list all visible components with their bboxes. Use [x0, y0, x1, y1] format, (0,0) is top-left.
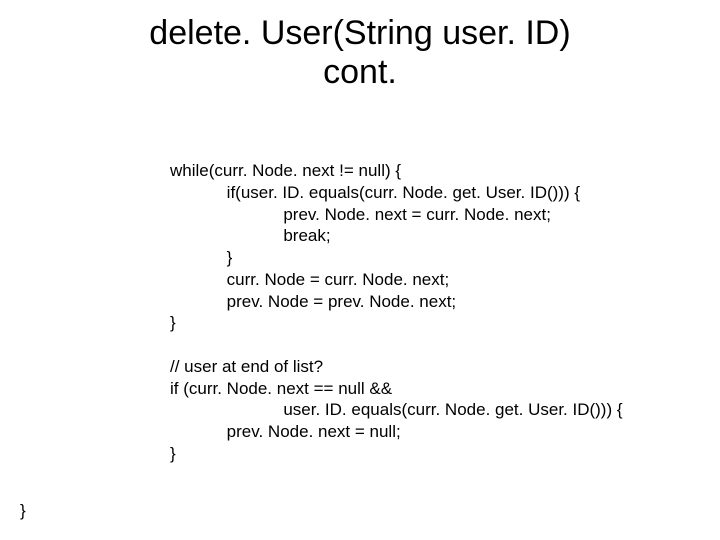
- outer-close-brace: }: [20, 500, 26, 522]
- title-line-2: cont.: [323, 53, 397, 91]
- title-line-1: delete. User(String user. ID): [149, 14, 570, 52]
- slide-title: delete. User(String user. ID) cont.: [0, 14, 720, 92]
- code-block: while(curr. Node. next != null) { if(use…: [170, 160, 710, 465]
- slide: delete. User(String user. ID) cont. whil…: [0, 0, 720, 540]
